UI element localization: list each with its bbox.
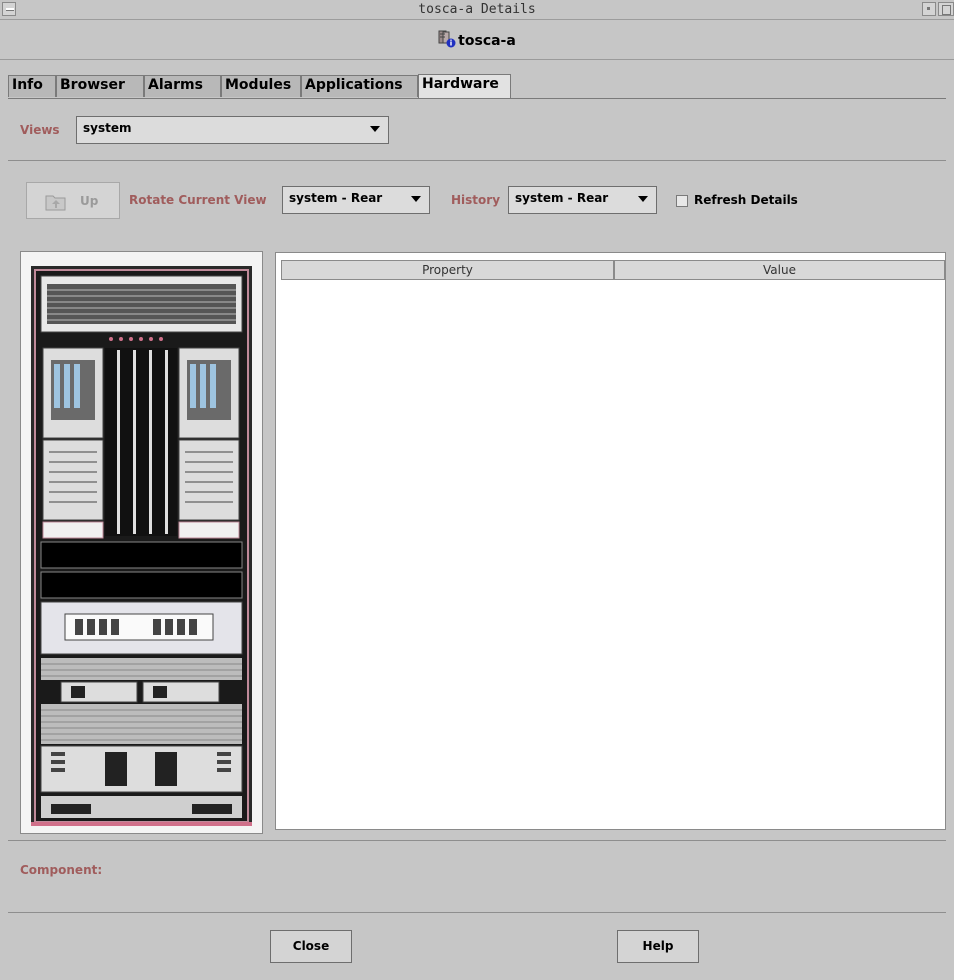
tab-modules[interactable]: Modules [221, 75, 301, 97]
host-title: tosca-a [0, 30, 954, 49]
history-value: system - Rear [515, 191, 609, 205]
chevron-down-icon [411, 196, 421, 202]
section-divider [8, 840, 946, 841]
refresh-details-checkbox[interactable] [676, 195, 688, 207]
up-button-label: Up [80, 194, 99, 208]
section-divider [8, 160, 946, 161]
views-select[interactable]: system [76, 116, 389, 144]
maximize-button[interactable] [938, 2, 954, 16]
tab-divider [8, 98, 946, 99]
history-label: History [451, 193, 501, 207]
host-header: tosca-a [0, 20, 954, 60]
hardware-image-panel [20, 251, 263, 834]
window-title: tosca-a Details [418, 2, 536, 17]
maximize-icon [942, 5, 951, 15]
chevron-down-icon [638, 196, 648, 202]
rotate-view-value: system - Rear [289, 191, 383, 205]
tab-alarms[interactable]: Alarms [144, 75, 221, 97]
footer-divider [8, 912, 946, 913]
minimize-button[interactable] [922, 2, 936, 16]
window-titlebar: tosca-a Details [0, 0, 954, 20]
close-button[interactable]: Close [270, 930, 352, 963]
help-button[interactable]: Help [617, 930, 699, 963]
views-label: Views [20, 123, 60, 137]
up-button[interactable]: Up [26, 182, 120, 219]
column-header-value[interactable]: Value [614, 260, 945, 280]
server-info-icon [438, 30, 456, 48]
tab-hardware[interactable]: Hardware [418, 74, 511, 99]
minimize-icon [927, 7, 930, 10]
history-select[interactable]: system - Rear [508, 186, 657, 214]
tab-applications[interactable]: Applications [301, 75, 418, 97]
host-name: tosca-a [458, 33, 516, 49]
rotate-current-view-label: Rotate Current View [129, 193, 267, 207]
rotate-view-select[interactable]: system - Rear [282, 186, 430, 214]
tab-browser[interactable]: Browser [56, 75, 144, 97]
property-table[interactable]: Property Value [275, 252, 946, 830]
refresh-details-label: Refresh Details [694, 193, 798, 207]
chevron-down-icon [370, 126, 380, 132]
component-label: Component: [20, 863, 103, 877]
column-header-property[interactable]: Property [281, 260, 614, 280]
tab-info[interactable]: Info [8, 75, 56, 97]
views-select-value: system [83, 121, 132, 135]
server-rack-rear-image[interactable] [21, 252, 262, 833]
folder-up-icon [45, 193, 67, 214]
